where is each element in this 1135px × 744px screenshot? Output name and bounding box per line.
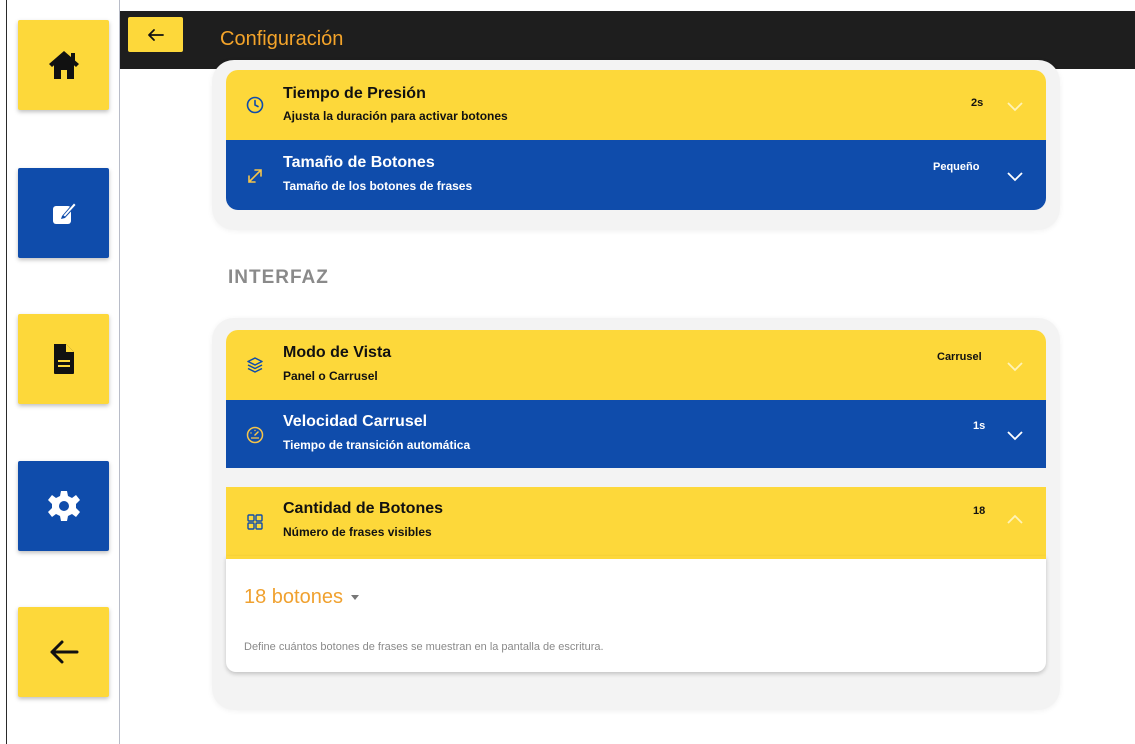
row-subtitle: Tamaño de los botones de frases bbox=[283, 179, 473, 193]
row-subtitle: Número de frases visibles bbox=[283, 525, 432, 539]
sidebar-item-home[interactable] bbox=[18, 20, 109, 110]
row-title: Tamaño de Botones bbox=[283, 154, 435, 171]
row-subtitle: Tiempo de transición automática bbox=[283, 438, 471, 452]
select-value: 18 botones bbox=[244, 586, 343, 608]
setting-row-modo-vista[interactable]: Modo de Vista Panel o Carrusel Carrusel bbox=[226, 330, 1046, 400]
help-text: Define cuántos botones de frases se mues… bbox=[244, 641, 604, 653]
edit-icon bbox=[52, 202, 77, 224]
home-icon bbox=[48, 51, 79, 79]
row-value: 18 bbox=[973, 505, 986, 517]
chevron-up-icon bbox=[1007, 514, 1023, 524]
sidebar-item-settings[interactable] bbox=[18, 461, 109, 551]
left-edge-line bbox=[6, 0, 7, 744]
chevron-down-icon bbox=[1007, 362, 1023, 372]
row-value: 2s bbox=[971, 97, 984, 109]
chevron-down-icon bbox=[1007, 431, 1023, 441]
row-title: Modo de Vista bbox=[283, 344, 392, 361]
row-subtitle: Ajusta la duración para activar botones bbox=[283, 109, 508, 123]
section-title-interfaz: INTERFAZ bbox=[228, 267, 329, 288]
row-value: Carrusel bbox=[937, 351, 982, 363]
document-icon bbox=[53, 344, 74, 374]
grid-icon bbox=[244, 511, 266, 533]
app-root: Configuración Tiempo de Presión Ajusta l… bbox=[0, 0, 1135, 744]
clock-icon bbox=[244, 94, 266, 116]
caret-down-icon bbox=[350, 595, 359, 600]
row-value: Pequeño bbox=[933, 161, 980, 173]
sidebar-item-document[interactable] bbox=[18, 314, 109, 404]
row-value: 1s bbox=[973, 420, 986, 432]
gear-icon bbox=[47, 491, 80, 521]
sidebar-item-edit[interactable] bbox=[18, 168, 109, 258]
arrow-left-icon bbox=[50, 640, 78, 664]
chevron-down-icon bbox=[1007, 102, 1023, 112]
setting-row-tamano-botones[interactable]: Tamaño de Botones Tamaño de los botones … bbox=[226, 140, 1046, 210]
arrow-left-icon bbox=[147, 28, 164, 41]
setting-row-tiempo-presion[interactable]: Tiempo de Presión Ajusta la duración par… bbox=[226, 70, 1046, 140]
speedometer-icon bbox=[244, 424, 266, 446]
sidebar-item-back[interactable] bbox=[18, 607, 109, 697]
chevron-down-icon bbox=[1007, 172, 1023, 182]
layers-icon bbox=[244, 354, 266, 376]
cantidad-botones-panel: 18 botones Define cuántos botones de fra… bbox=[226, 556, 1046, 672]
setting-row-velocidad-carrusel[interactable]: Velocidad Carrusel Tiempo de transición … bbox=[226, 400, 1046, 468]
sidebar-divider bbox=[119, 0, 120, 744]
resize-icon bbox=[244, 165, 266, 187]
cantidad-botones-select[interactable]: 18 botones bbox=[244, 586, 359, 609]
row-title: Velocidad Carrusel bbox=[283, 413, 428, 430]
row-title: Tiempo de Presión bbox=[283, 85, 426, 102]
page-title: Configuración bbox=[220, 28, 344, 50]
row-subtitle: Panel o Carrusel bbox=[283, 369, 378, 383]
setting-row-cantidad-botones[interactable]: Cantidad de Botones Número de frases vis… bbox=[226, 487, 1046, 556]
row-title: Cantidad de Botones bbox=[283, 500, 444, 517]
back-button[interactable] bbox=[128, 17, 183, 52]
